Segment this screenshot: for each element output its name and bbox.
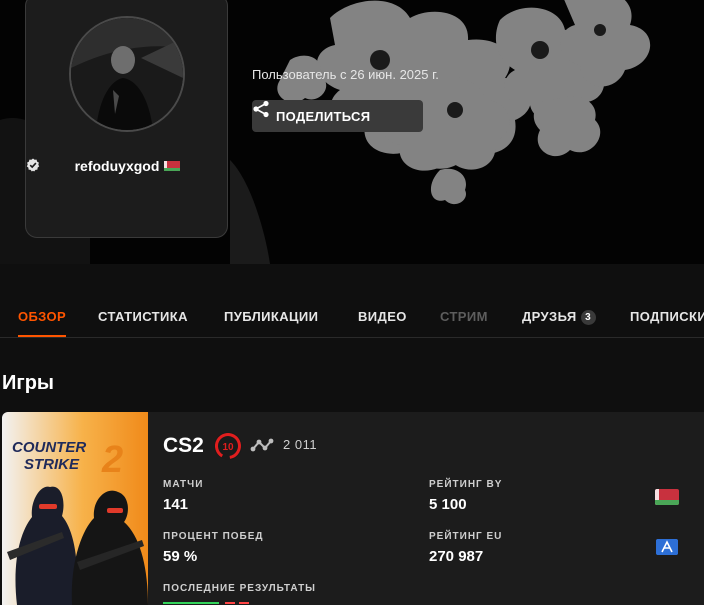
belarus-flag-icon xyxy=(655,489,679,505)
member-since-text: Пользователь с 26 июн. 2025 г. xyxy=(252,67,439,82)
profile-card: refoduyxgod xyxy=(25,0,228,238)
username[interactable]: refoduyxgod xyxy=(75,158,160,174)
profile-banner: refoduyxgod Пользователь с 26 июн. 2025 … xyxy=(0,0,704,264)
recent-results-label: ПОСЛЕДНИЕ РЕЗУЛЬТАТЫ xyxy=(163,583,316,594)
avatar[interactable] xyxy=(69,16,185,132)
tab-friends[interactable]: ДРУЗЬЯ 3 xyxy=(522,309,596,325)
game-cover: COUNTER STRIKE 2 xyxy=(2,412,148,605)
game-card-cs2[interactable]: COUNTER STRIKE 2 CS2 10 2 011 МАТЧИ 141 … xyxy=(2,412,704,605)
rating-eu-label: РЕЙТИНГ EU xyxy=(429,531,503,542)
matches-label: МАТЧИ xyxy=(163,479,204,490)
skill-level-value: 10 xyxy=(222,442,234,453)
cover-title-line2: STRIKE xyxy=(24,456,80,473)
friends-count-badge: 3 xyxy=(580,310,596,325)
tab-subscriptions[interactable]: ПОДПИСКИ xyxy=(630,309,704,324)
tab-stream: СТРИМ xyxy=(440,309,488,324)
winrate-value: 59 % xyxy=(163,548,198,565)
avatar-image xyxy=(71,18,183,130)
share-icon xyxy=(253,100,269,118)
recent-results-strip xyxy=(163,602,249,604)
elo-value: 2 011 xyxy=(283,437,318,452)
winrate-label: ПРОЦЕНТ ПОБЕД xyxy=(163,531,264,542)
tab-overview[interactable]: ОБЗОР xyxy=(18,309,66,324)
username-row: refoduyxgod xyxy=(26,158,229,174)
rating-eu-value: 270 987 xyxy=(429,548,484,565)
rating-by-value: 5 100 xyxy=(429,496,467,513)
share-button[interactable]: ПОДЕЛИТЬСЯ xyxy=(252,100,423,132)
tab-publications[interactable]: ПУБЛИКАЦИИ xyxy=(224,309,318,324)
eu-region-icon xyxy=(656,539,678,555)
cover-title-line1: COUNTER xyxy=(12,439,86,456)
game-name: CS2 xyxy=(163,434,204,457)
tab-statistics[interactable]: СТАТИСТИКА xyxy=(98,309,188,324)
belarus-flag-icon xyxy=(164,161,181,171)
cs2-cover-art: COUNTER STRIKE 2 xyxy=(2,412,148,605)
cover-number: 2 xyxy=(101,439,123,481)
elo-chart-icon xyxy=(250,438,274,452)
games-section-title: Игры xyxy=(2,372,55,394)
rating-by-label: РЕЙТИНГ BY xyxy=(429,479,503,490)
skill-level-badge: 10 xyxy=(214,432,242,460)
tab-friends-label: ДРУЗЬЯ xyxy=(522,309,577,324)
profile-tabs: ОБЗОР СТАТИСТИКА ПУБЛИКАЦИИ ВИДЕО СТРИМ … xyxy=(0,298,704,338)
matches-value: 141 xyxy=(163,496,189,513)
active-tab-indicator xyxy=(18,335,66,337)
verified-badge-icon xyxy=(26,158,40,172)
tab-video[interactable]: ВИДЕО xyxy=(358,309,407,324)
share-button-label: ПОДЕЛИТЬСЯ xyxy=(276,108,371,124)
